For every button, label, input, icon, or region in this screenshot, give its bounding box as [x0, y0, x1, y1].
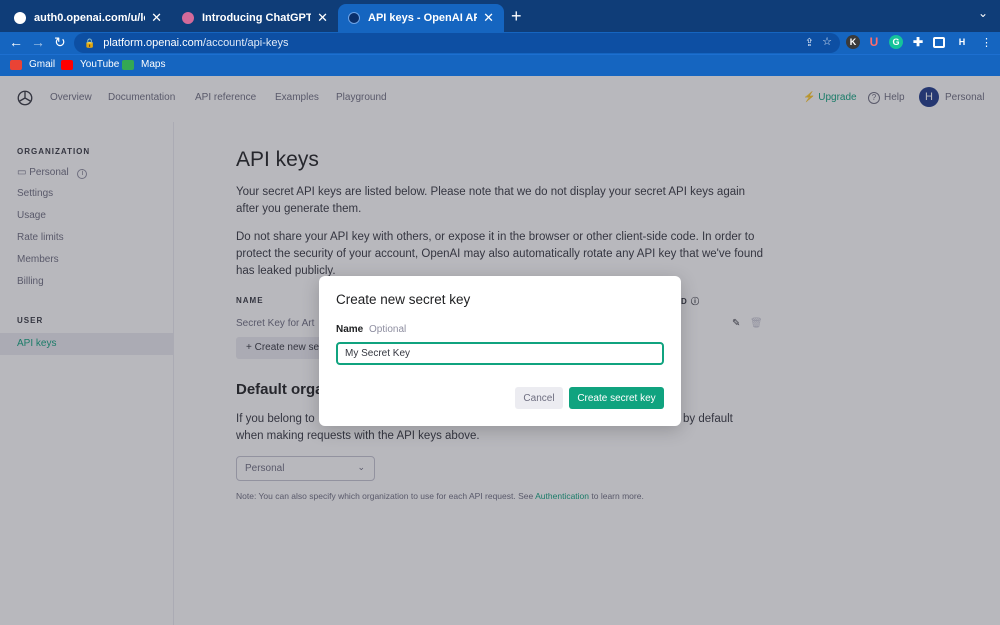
maps-icon — [122, 59, 134, 70]
openai-favicon-icon — [182, 12, 194, 24]
url-host: platform.openai.com — [103, 37, 203, 49]
openai-favicon-icon — [348, 12, 360, 24]
forward-icon[interactable]: → — [31, 34, 45, 50]
tab-title: Introducing ChatGPT — [202, 12, 312, 24]
extension-k-icon[interactable]: K — [846, 35, 860, 49]
bookmark-label: YouTube — [80, 59, 120, 70]
lock-icon: 🔒 — [84, 37, 96, 48]
tab-auth0[interactable]: auth0.openai.com/u/login/iden ✕ — [4, 4, 172, 32]
bookmark-gmail[interactable]: Gmail — [10, 59, 55, 70]
dialog-title: Create new secret key — [336, 292, 471, 307]
close-icon[interactable]: ✕ — [317, 10, 328, 26]
tab-api-keys[interactable]: API keys - OpenAI API ✕ — [338, 4, 504, 32]
tab-search-icon[interactable]: ⌄ — [978, 6, 988, 20]
tab-title: API keys - OpenAI API — [368, 12, 478, 24]
tab-title: auth0.openai.com/u/login/iden — [34, 12, 145, 24]
globe-icon — [14, 12, 26, 24]
reload-icon[interactable]: ↻ — [54, 34, 66, 51]
bookmarks-bar: Gmail YouTube Maps — [0, 54, 1000, 76]
star-icon[interactable]: ☆ — [822, 35, 832, 48]
bookmark-maps[interactable]: Maps — [122, 59, 165, 70]
sidepanel-icon[interactable] — [933, 37, 945, 48]
url-path: /account/api-keys — [202, 37, 289, 49]
youtube-icon — [61, 59, 73, 70]
browser-tabstrip: auth0.openai.com/u/login/iden ✕ Introduc… — [0, 0, 1000, 32]
puzzle-icon[interactable]: ✚ — [911, 35, 925, 49]
extension-g-icon[interactable]: G — [889, 35, 903, 49]
close-icon[interactable]: ✕ — [483, 10, 494, 26]
tab-chatgpt[interactable]: Introducing ChatGPT ✕ — [172, 4, 338, 32]
share-icon[interactable]: ⇪ — [805, 36, 814, 49]
bookmark-youtube[interactable]: YouTube — [61, 59, 119, 70]
close-icon[interactable]: ✕ — [151, 10, 162, 26]
key-name-input[interactable] — [336, 342, 664, 365]
address-bar[interactable]: 🔒 platform.openai.com /account/api-keys … — [74, 33, 840, 53]
optional-label: Optional — [369, 324, 407, 335]
new-tab-button[interactable]: + — [511, 6, 522, 27]
create-secret-key-button[interactable]: Create secret key — [569, 387, 664, 409]
profile-icon[interactable]: H — [955, 35, 969, 49]
cancel-button[interactable]: Cancel — [515, 387, 563, 409]
bookmark-label: Maps — [141, 59, 166, 70]
bookmark-label: Gmail — [29, 59, 56, 70]
extension-u-icon[interactable]: U — [867, 35, 881, 49]
back-icon[interactable]: ← — [9, 34, 23, 50]
name-label: Name — [336, 324, 364, 335]
create-key-dialog: Create new secret key Name Optional Canc… — [319, 276, 681, 426]
browser-toolbar: ← → ↻ 🔒 platform.openai.com /account/api… — [0, 32, 1000, 54]
menu-icon[interactable]: ⋮ — [981, 36, 992, 49]
gmail-icon — [10, 59, 22, 70]
